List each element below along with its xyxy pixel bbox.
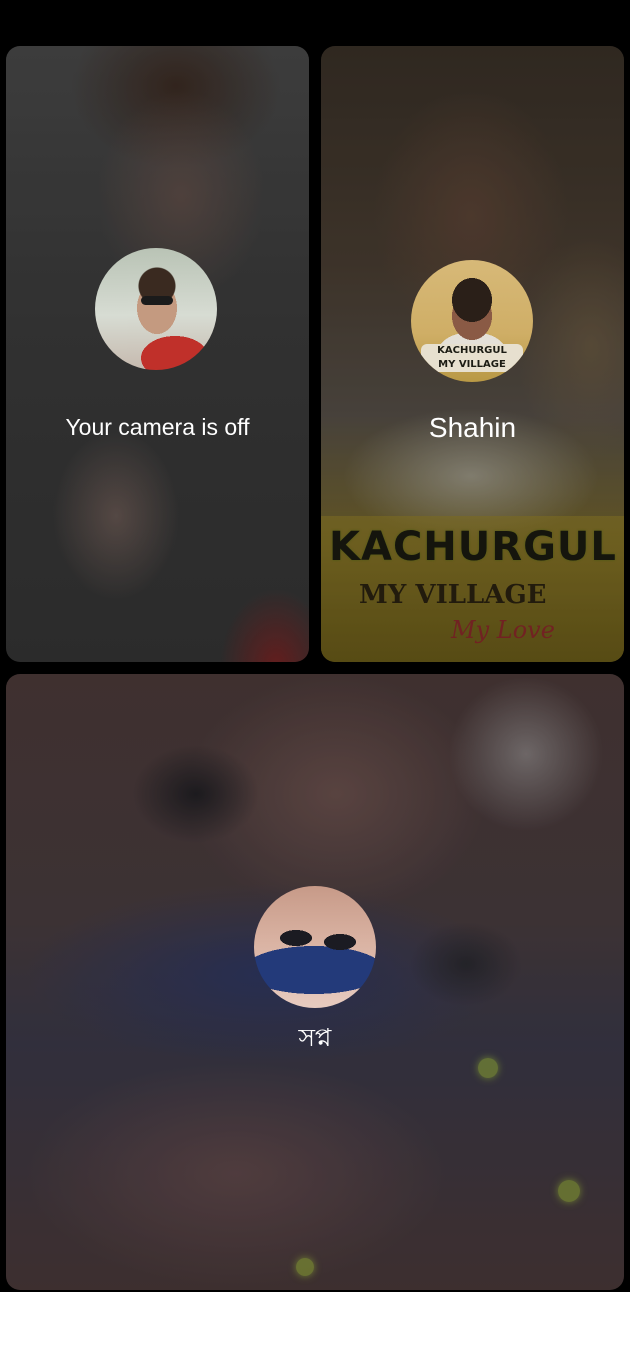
avatar: [95, 248, 217, 370]
banner-title: KACHURGUL: [329, 524, 617, 570]
sparkle-decoration: [558, 1180, 580, 1202]
participant-tile-swapna[interactable]: সপ্ন: [6, 674, 624, 1290]
avatar-banner: KACHURGUL MY VILLAGE: [421, 344, 523, 372]
participant-tile-shahin[interactable]: KACHURGUL MY VILLAGE My Love KACHURGUL M…: [321, 46, 624, 662]
sparkle-decoration: [296, 1258, 314, 1276]
avatar: KACHURGUL MY VILLAGE: [411, 260, 533, 382]
sparkle-decoration: [478, 1058, 498, 1078]
call-grid: Your camera is off KACHURGUL MY VILLAGE …: [0, 0, 630, 1292]
background-banner: KACHURGUL MY VILLAGE My Love: [321, 516, 624, 662]
participant-name: Shahin: [428, 412, 517, 443]
participant-tile-self[interactable]: Your camera is off: [6, 46, 309, 662]
sunglasses-graphic: [141, 296, 173, 305]
camera-off-label: Your camera is off: [65, 414, 250, 440]
participant-name: সপ্ন: [298, 1023, 332, 1052]
banner-tagline: My Love: [451, 616, 555, 644]
banner-subtitle: MY VILLAGE: [359, 580, 547, 610]
avatar: [254, 886, 376, 1008]
